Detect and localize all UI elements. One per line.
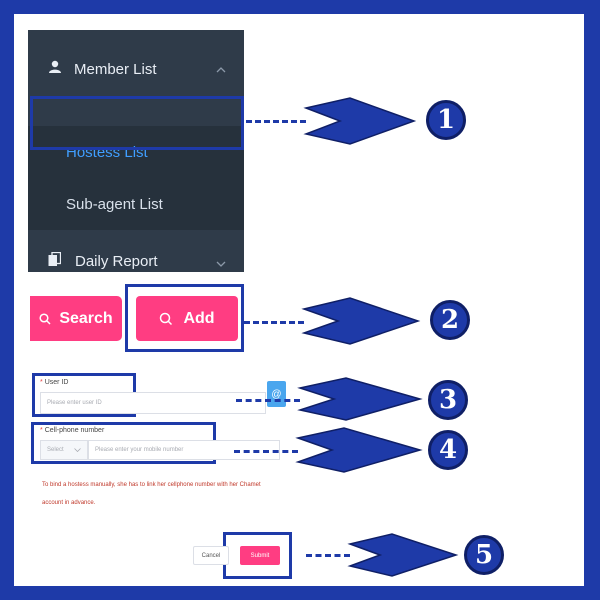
submit-button[interactable]: Submit [240, 546, 280, 565]
mobile-number-placeholder: Please enter your mobile number [95, 447, 184, 453]
sidebar-item-label: Daily Report [75, 252, 158, 270]
callout-number-2: 2 [430, 300, 470, 340]
sidebar-item-label: Sub-agent List [66, 195, 163, 213]
user-id-label: * User ID [40, 379, 69, 386]
country-code-select[interactable]: Select [40, 440, 88, 460]
sidebar-item-member-list[interactable]: Member List [28, 40, 244, 98]
highlight-box-hostess [30, 96, 244, 150]
callout-number-3: 3 [428, 380, 468, 420]
chevron-up-icon [216, 62, 226, 76]
select-value: Select [47, 447, 64, 453]
cancel-button[interactable]: Cancel [193, 546, 229, 565]
dashed-connector-3 [236, 399, 300, 402]
cancel-button-label: Cancel [201, 552, 221, 559]
search-button-label: Search [59, 309, 113, 327]
copy-icon [48, 251, 62, 271]
dashed-connector-4 [234, 450, 298, 453]
bind-note-line-1: To bind a hostess manually, she has to l… [42, 482, 261, 488]
chevron-down-icon [216, 256, 226, 270]
submit-button-label: Submit [250, 552, 270, 559]
sidebar-item-daily-report[interactable]: Daily Report [28, 234, 244, 288]
sidebar: Member List Hostess List Sub-agent List … [28, 30, 244, 272]
sidebar-item-subagent-list[interactable]: Sub-agent List [28, 178, 244, 230]
callout-number-1: 1 [426, 100, 466, 140]
callout-number-4: 4 [428, 430, 468, 470]
callout-number-5: 5 [464, 535, 504, 575]
sidebar-item-label: Member List [74, 60, 157, 78]
dashed-connector-5 [306, 554, 350, 557]
dashed-connector-2 [244, 321, 304, 324]
add-button-label: Add [183, 309, 215, 327]
user-id-input[interactable]: Please enter user ID [40, 392, 266, 414]
add-button[interactable]: Add [136, 296, 238, 341]
bind-note-line-2: account in advance. [42, 500, 96, 506]
chevron-down-icon [73, 448, 81, 452]
user-icon [48, 60, 62, 78]
search-icon [159, 312, 173, 326]
at-sign-icon: @ [267, 381, 286, 407]
user-id-placeholder: Please enter user ID [47, 400, 102, 406]
search-icon [39, 312, 51, 325]
search-button[interactable]: Search [30, 296, 122, 341]
dashed-connector-1 [246, 120, 306, 123]
cellphone-label: * Cell-phone number [40, 427, 105, 434]
